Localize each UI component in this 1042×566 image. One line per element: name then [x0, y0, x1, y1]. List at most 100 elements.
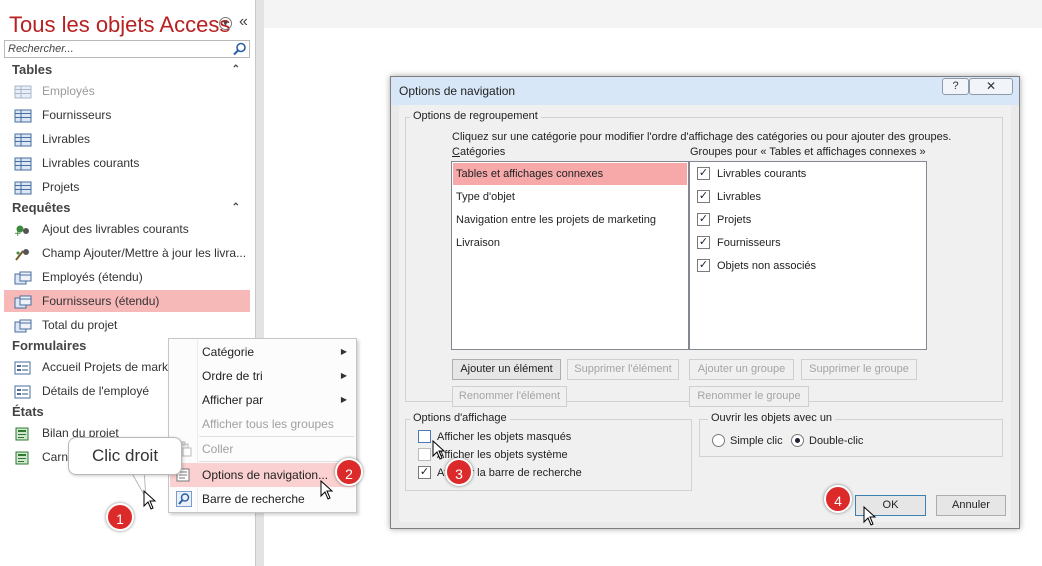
collapse-group-icon[interactable]: ⌃ [232, 199, 240, 217]
list-item[interactable]: ✓ Objets non associés [691, 255, 925, 277]
nav-item-table[interactable]: Livrables courants [4, 152, 250, 174]
double-click-radio[interactable] [791, 434, 804, 447]
nav-item-table[interactable]: Employés [4, 80, 250, 102]
nav-item-label: Livrables [42, 132, 91, 146]
dialog-title: Options de navigation [399, 84, 516, 98]
group-checkbox[interactable]: ✓ [697, 259, 710, 272]
nav-item-query[interactable]: Employés (étendu) [4, 266, 250, 288]
step-badge-4: 4 [824, 485, 852, 513]
group-header-requetes[interactable]: Requêtes ⌃ [4, 199, 250, 217]
nav-item-label: Projets [42, 180, 80, 194]
nav-item-query[interactable]: Fournisseurs (étendu) [4, 290, 250, 312]
menu-separator [199, 461, 354, 462]
list-item[interactable]: Livraison [453, 232, 687, 254]
menu-item-label: Catégorie [202, 345, 255, 359]
groups-list[interactable]: ✓ Livrables courants ✓ Livrables ✓ Proje… [689, 161, 927, 350]
chevron-down-icon[interactable]: ▼ [219, 17, 232, 30]
list-item[interactable]: ✓ Livrables [691, 186, 925, 208]
delete-group-button[interactable]: Supprimer le groupe [801, 359, 917, 380]
instruction-text: Cliquez sur une catégorie pour modifier … [452, 131, 952, 143]
group-label: Requêtes [12, 200, 71, 215]
nav-item-query[interactable]: + Ajout des livrables courants [4, 218, 250, 240]
group-checkbox[interactable]: ✓ [697, 190, 710, 203]
menu-item-label: Afficher tous les groupes [202, 417, 334, 431]
search-icon[interactable] [232, 42, 248, 56]
show-search-bar-checkbox[interactable]: ✓ [418, 466, 431, 479]
nav-header[interactable]: Tous les objets Access ▼ « [3, 4, 253, 38]
table-icon [14, 180, 32, 195]
radio-selected-dot [795, 438, 800, 443]
categories-list[interactable]: Tables et affichages connexes Type d'obj… [451, 161, 689, 350]
list-item[interactable]: Tables et affichages connexes [453, 163, 687, 185]
rename-group-button[interactable]: Renommer le groupe [689, 386, 809, 407]
nav-item-table[interactable]: Livrables [4, 128, 250, 150]
nav-item-query[interactable]: Champ Ajouter/Mettre à jour les livra... [4, 242, 250, 264]
double-click-label[interactable]: Double-clic [809, 435, 863, 447]
dialog-body: Options de regroupement Cliquez sur une … [399, 105, 1011, 522]
show-hidden-label[interactable]: Afficher les objets masqués [437, 431, 571, 443]
categories-label: Catégories [452, 146, 506, 158]
menu-item-afficher-par[interactable]: Afficher par ▶ [170, 388, 355, 412]
group-legend: Ouvrir les objets avec un [708, 412, 836, 424]
add-item-button[interactable]: Ajouter un élément [452, 359, 561, 380]
list-item-label: Projets [717, 214, 752, 226]
table-icon [14, 156, 32, 171]
nav-item-label: Champ Ajouter/Mettre à jour les livra... [42, 246, 247, 260]
delete-item-button[interactable]: Supprimer l'élément [567, 359, 679, 380]
report-icon [14, 426, 32, 441]
form-icon [14, 384, 32, 399]
add-group-button[interactable]: Ajouter un groupe [689, 359, 794, 380]
grouping-options-group: Options de regroupement Cliquez sur une … [405, 110, 1003, 407]
collapse-pane-icon[interactable]: « [239, 13, 248, 31]
menu-item-label: Barre de recherche [202, 492, 305, 506]
nav-item-label: Employés (étendu) [42, 270, 143, 284]
list-item-label: Fournisseurs [717, 237, 781, 249]
form-icon [14, 360, 32, 375]
show-system-checkbox[interactable] [418, 448, 431, 461]
collapse-group-icon[interactable]: ⌃ [232, 61, 240, 79]
list-item[interactable]: ✓ Livrables courants [691, 163, 925, 185]
table-icon [14, 108, 32, 123]
dialog-titlebar[interactable]: Options de navigation ? ✕ [391, 77, 1019, 105]
nav-item-table[interactable]: Projets [4, 176, 250, 198]
nav-item-label: Accueil Projets de market [42, 360, 179, 374]
groups-label: Groupes pour « Tables et affichages conn… [690, 146, 926, 158]
mouse-cursor-icon [143, 490, 157, 510]
group-checkbox[interactable]: ✓ [697, 213, 710, 226]
mouse-cursor-icon [863, 506, 877, 526]
cancel-button[interactable]: Annuler [936, 495, 1006, 516]
group-checkbox[interactable]: ✓ [697, 236, 710, 249]
menu-item-label: Coller [202, 442, 234, 456]
nav-item-label: Ajout des livrables courants [42, 222, 189, 236]
group-header-tables[interactable]: Tables ⌃ [4, 61, 250, 79]
document-top-strip [264, 0, 1042, 28]
mouse-cursor-icon [320, 480, 334, 500]
nav-item-label: Livrables courants [42, 156, 140, 170]
single-click-label[interactable]: Simple clic [730, 435, 783, 447]
list-item-label: Livrables courants [717, 168, 807, 180]
rename-item-button[interactable]: Renommer l'élément [452, 386, 567, 407]
nav-item-label: Détails de l'employé [42, 384, 150, 398]
search-input[interactable] [5, 41, 227, 57]
open-objects-group: Ouvrir les objets avec un Simple clic Do… [699, 412, 1003, 457]
group-legend: Options d'affichage [410, 412, 510, 424]
close-button[interactable]: ✕ [969, 78, 1013, 95]
single-click-radio[interactable] [712, 434, 725, 447]
help-button[interactable]: ? [942, 78, 969, 95]
nav-item-query[interactable]: Total du projet [4, 314, 250, 336]
list-item[interactable]: Navigation entre les projets de marketin… [453, 209, 687, 231]
group-checkbox[interactable]: ✓ [697, 167, 710, 180]
menu-item-coller[interactable]: Coller [170, 437, 355, 461]
menu-item-afficher-tous-les-groupes[interactable]: Afficher tous les groupes [170, 412, 355, 436]
menu-item-label: Ordre de tri [202, 369, 263, 383]
menu-item-ordre-de-tri[interactable]: Ordre de tri ▶ [170, 364, 355, 388]
list-item[interactable]: ✓ Projets [691, 209, 925, 231]
nav-item-table[interactable]: Fournisseurs [4, 104, 250, 126]
show-hidden-checkbox[interactable] [418, 430, 431, 443]
list-item[interactable]: ✓ Fournisseurs [691, 232, 925, 254]
list-item[interactable]: Type d'objet [453, 186, 687, 208]
nav-title[interactable]: Tous les objets Access [9, 12, 230, 38]
nav-search-box[interactable] [4, 40, 250, 58]
update-query-icon [14, 246, 32, 261]
menu-item-categorie[interactable]: Catégorie ▶ [170, 340, 355, 364]
